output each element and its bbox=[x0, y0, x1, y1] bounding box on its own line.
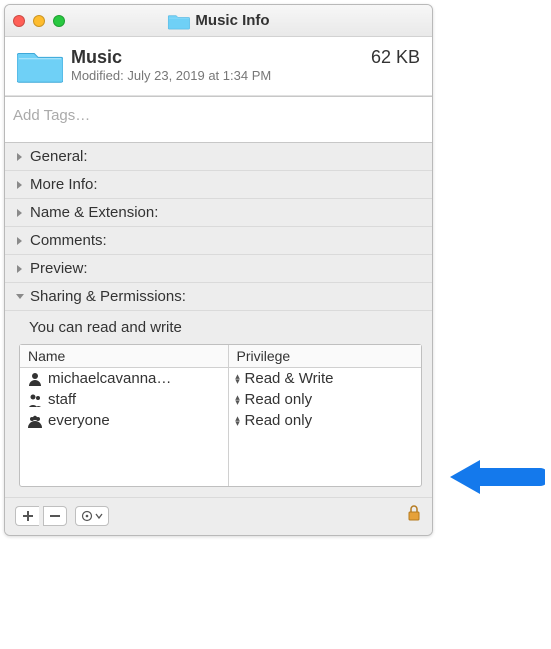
stepper-icon: ▴▾ bbox=[233, 374, 243, 384]
chevron-right-icon bbox=[15, 180, 25, 190]
section-label: Preview: bbox=[30, 260, 88, 277]
chevron-right-icon bbox=[15, 236, 25, 246]
remove-button[interactable] bbox=[43, 506, 67, 526]
permissions-toolbar bbox=[5, 497, 432, 535]
modified-line: Modified: July 23, 2019 at 1:34 PM bbox=[71, 68, 371, 83]
folder-icon bbox=[167, 12, 189, 30]
privilege-value: Read & Write bbox=[245, 370, 334, 387]
section-label: Sharing & Permissions: bbox=[30, 288, 186, 305]
window-title: Music Info bbox=[167, 12, 269, 30]
plus-icon bbox=[22, 510, 34, 522]
section-comments[interactable]: Comments: bbox=[5, 227, 432, 255]
zoom-icon[interactable] bbox=[53, 15, 65, 27]
add-button[interactable] bbox=[15, 506, 39, 526]
section-name-extension[interactable]: Name & Extension: bbox=[5, 199, 432, 227]
item-size: 62 KB bbox=[371, 45, 420, 68]
user-name: everyone bbox=[48, 412, 110, 429]
section-general[interactable]: General: bbox=[5, 143, 432, 171]
chevron-right-icon bbox=[15, 152, 25, 162]
section-label: Name & Extension: bbox=[30, 204, 158, 221]
callout-arrow-icon bbox=[445, 452, 545, 502]
user-name: staff bbox=[48, 391, 76, 408]
action-menu-button[interactable] bbox=[75, 506, 109, 526]
section-more-info[interactable]: More Info: bbox=[5, 171, 432, 199]
users-group-icon bbox=[28, 414, 42, 428]
titlebar: Music Info bbox=[5, 5, 432, 37]
lock-icon[interactable] bbox=[406, 504, 422, 527]
modified-label: Modified: bbox=[71, 68, 124, 83]
privilege-select[interactable]: ▴▾ Read & Write bbox=[229, 368, 421, 389]
item-name: Music bbox=[71, 47, 371, 69]
users-pair-icon bbox=[28, 393, 42, 407]
section-label: Comments: bbox=[30, 232, 107, 249]
section-label: General: bbox=[30, 148, 88, 165]
privilege-select[interactable]: ▴▾ Read only bbox=[229, 410, 421, 431]
stepper-icon: ▴▾ bbox=[233, 395, 243, 405]
modified-value: July 23, 2019 at 1:34 PM bbox=[127, 68, 271, 83]
info-window: Music Info Music Modified: July 23, 2019… bbox=[4, 4, 433, 536]
section-preview[interactable]: Preview: bbox=[5, 255, 432, 283]
tags-input[interactable]: Add Tags… bbox=[5, 96, 432, 143]
window-controls bbox=[13, 15, 65, 27]
minimize-icon[interactable] bbox=[33, 15, 45, 27]
chevron-right-icon bbox=[15, 208, 25, 218]
sharing-permissions-panel: You can read and write Name Privilege mi… bbox=[5, 311, 432, 497]
stepper-icon: ▴▾ bbox=[233, 416, 243, 426]
privilege-value: Read only bbox=[245, 391, 313, 408]
window-title-text: Music Info bbox=[195, 12, 269, 29]
permissions-table: Name Privilege michaelcavanna… bbox=[19, 344, 422, 487]
table-row[interactable]: staff bbox=[20, 389, 228, 410]
section-sharing-permissions[interactable]: Sharing & Permissions: bbox=[5, 283, 432, 311]
column-name-header[interactable]: Name bbox=[20, 345, 229, 367]
section-label: More Info: bbox=[30, 176, 98, 193]
gear-dots-icon bbox=[81, 510, 93, 522]
chevron-down-icon bbox=[95, 513, 103, 519]
header: Music Modified: July 23, 2019 at 1:34 PM… bbox=[5, 37, 432, 96]
table-row[interactable]: everyone bbox=[20, 410, 228, 431]
close-icon[interactable] bbox=[13, 15, 25, 27]
chevron-down-icon bbox=[15, 292, 25, 302]
table-row[interactable]: michaelcavanna… bbox=[20, 368, 228, 389]
folder-icon bbox=[17, 45, 63, 85]
chevron-right-icon bbox=[15, 264, 25, 274]
minus-icon bbox=[49, 510, 61, 522]
privilege-value: Read only bbox=[245, 412, 313, 429]
permission-note: You can read and write bbox=[19, 315, 422, 344]
user-name: michaelcavanna… bbox=[48, 370, 171, 387]
column-privilege-header[interactable]: Privilege bbox=[229, 345, 421, 367]
user-icon bbox=[28, 372, 42, 386]
privilege-select[interactable]: ▴▾ Read only bbox=[229, 389, 421, 410]
